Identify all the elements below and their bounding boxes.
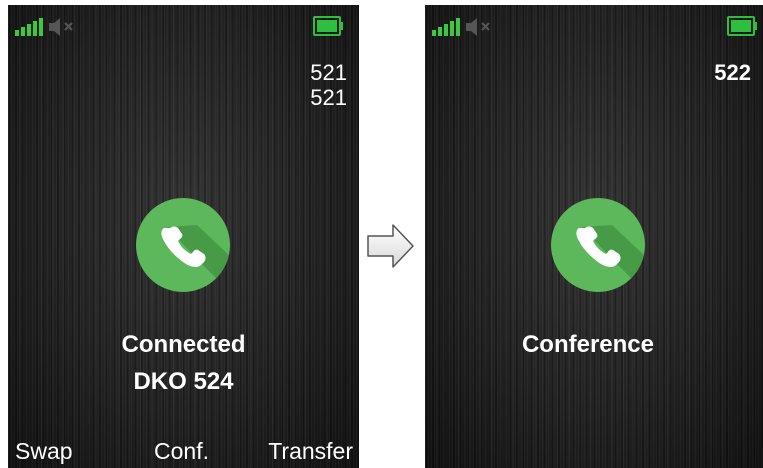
battery-icon bbox=[313, 16, 343, 36]
speaker-muted-icon bbox=[49, 18, 73, 36]
right-arrow-icon bbox=[367, 224, 414, 268]
signal-bars-icon bbox=[432, 18, 460, 36]
signal-bars-icon bbox=[15, 18, 43, 36]
phone-screen-after: 522 Conference bbox=[425, 5, 763, 468]
line-number: 522 bbox=[714, 60, 751, 85]
transfer-softkey[interactable]: Transfer bbox=[268, 437, 353, 465]
call-status-text: Connected bbox=[121, 331, 246, 358]
caller-name-text: DKO 524 bbox=[133, 368, 234, 395]
line-number-primary: 521 bbox=[310, 60, 347, 85]
swap-softkey[interactable]: Swap bbox=[15, 437, 73, 465]
line-number-secondary: 521 bbox=[310, 85, 347, 110]
battery-icon bbox=[727, 16, 757, 36]
call-status-text: Conference bbox=[521, 331, 655, 358]
phone-handset-icon bbox=[136, 198, 230, 292]
speaker-muted-icon bbox=[466, 18, 490, 36]
conference-softkey[interactable]: Conf. bbox=[154, 437, 209, 465]
phone-screen-before: 521 521 Connected DKO 524 Swap Conf. Tra… bbox=[8, 5, 359, 468]
phone-handset-icon bbox=[551, 198, 645, 292]
